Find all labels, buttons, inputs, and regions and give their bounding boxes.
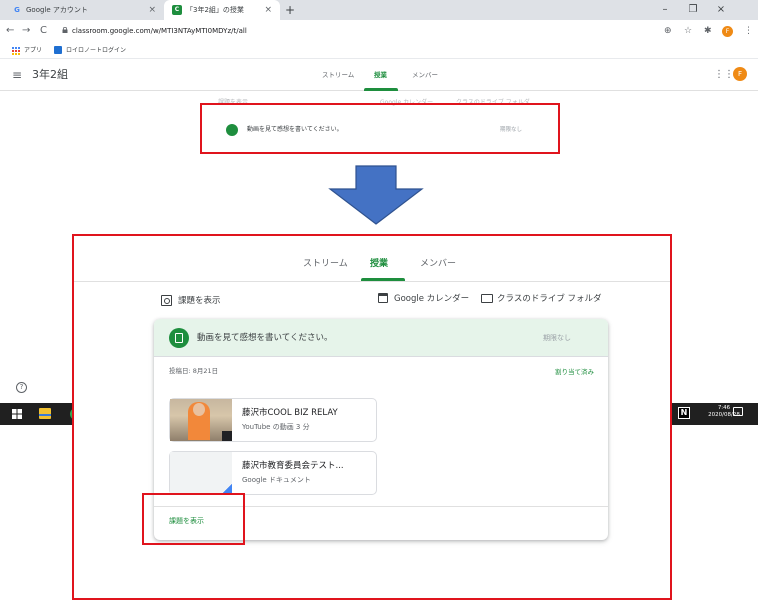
tab-people[interactable]: メンバー — [420, 257, 456, 271]
folder-icon — [481, 294, 493, 303]
thumbnail-face — [193, 403, 205, 416]
tab-label: Google アカウント — [26, 6, 88, 14]
tab-stream[interactable]: ストリーム — [322, 70, 354, 80]
browser-menu-icon[interactable]: ⋮ — [744, 20, 753, 42]
tab-people[interactable]: メンバー — [412, 70, 438, 80]
highlight-box — [200, 103, 560, 154]
avatar[interactable]: F — [733, 67, 747, 81]
browser-tab-google-account[interactable]: G Google アカウント × — [4, 0, 164, 20]
reload-button[interactable]: C — [40, 20, 47, 42]
tab-classwork[interactable]: 授業 — [370, 257, 388, 271]
extensions-icon[interactable]: ✱ — [704, 20, 712, 42]
posted-date: 投稿日: 8月21日 — [169, 367, 219, 375]
zoom-icon[interactable]: ⊕ — [664, 20, 672, 42]
down-arrow-icon — [328, 165, 424, 225]
loilo-note-icon — [54, 46, 62, 54]
attachment-title[interactable]: 藤沢市教育委員会テスト... — [242, 460, 344, 473]
lock-icon — [62, 27, 68, 33]
assignment-title[interactable]: 動画を見て感想を書いてください。 — [197, 331, 333, 345]
taskbar-app-icon[interactable]: N — [678, 407, 690, 419]
class-name[interactable]: 3年2組 — [32, 66, 68, 84]
tab-classwork[interactable]: 授業 — [374, 70, 387, 80]
youtube-corner-icon — [222, 431, 232, 441]
forward-button[interactable]: → — [22, 20, 30, 42]
tab-stream[interactable]: ストリーム — [303, 257, 348, 271]
address-bar[interactable]: classroom.google.com/w/MTI3NTAyMTI0MDYz/… — [72, 20, 247, 42]
assignment-due: 期限なし — [543, 334, 571, 342]
classroom-icon: C — [172, 5, 182, 15]
view-assignment-icon — [161, 295, 172, 306]
minimize-button[interactable]: – — [652, 0, 678, 20]
divider — [74, 281, 670, 282]
back-button[interactable]: ← — [6, 20, 14, 42]
close-icon[interactable]: × — [264, 0, 272, 20]
google-calendar-link[interactable]: Google カレンダー — [394, 292, 469, 306]
attachment-subtitle: Google ドキュメント — [242, 476, 311, 484]
notification-icon[interactable] — [733, 407, 743, 416]
highlight-box — [142, 493, 245, 545]
menu-icon[interactable]: ≡ — [12, 67, 22, 83]
profile-avatar[interactable]: F — [722, 26, 733, 37]
bookmark-star-icon[interactable]: ☆ — [684, 20, 692, 42]
windows-start-icon[interactable] — [12, 409, 22, 419]
close-icon[interactable]: × — [148, 0, 156, 20]
file-explorer-icon[interactable] — [39, 408, 51, 419]
window-close-button[interactable]: × — [708, 0, 734, 20]
bookmark-apps[interactable]: アプリ — [24, 42, 42, 59]
bookmark-loilo-note[interactable]: ロイロノートログイン — [66, 42, 126, 59]
class-drive-folder-link[interactable]: クラスのドライブ フォルダ — [497, 292, 602, 306]
maximize-button[interactable]: ❐ — [680, 0, 706, 20]
apps-grid-icon — [12, 47, 20, 55]
assigned-status: 割り当て済み — [555, 368, 594, 376]
tab-label: 「3年2組」の授業 — [186, 6, 244, 14]
google-g-icon: G — [14, 6, 20, 14]
help-icon[interactable]: ? — [16, 382, 27, 393]
browser-tab-classroom[interactable]: C 「3年2組」の授業 × — [164, 0, 280, 20]
active-tab-indicator — [364, 88, 398, 91]
attachment-subtitle: YouTube の動画 3 分 — [242, 423, 310, 431]
calendar-icon — [378, 293, 388, 303]
view-work-link[interactable]: 課題を表示 — [178, 294, 221, 308]
assignment-icon — [169, 328, 189, 348]
new-tab-button[interactable]: + — [285, 0, 295, 20]
attachment-title[interactable]: 藤沢市COOL BIZ RELAY — [242, 407, 338, 420]
